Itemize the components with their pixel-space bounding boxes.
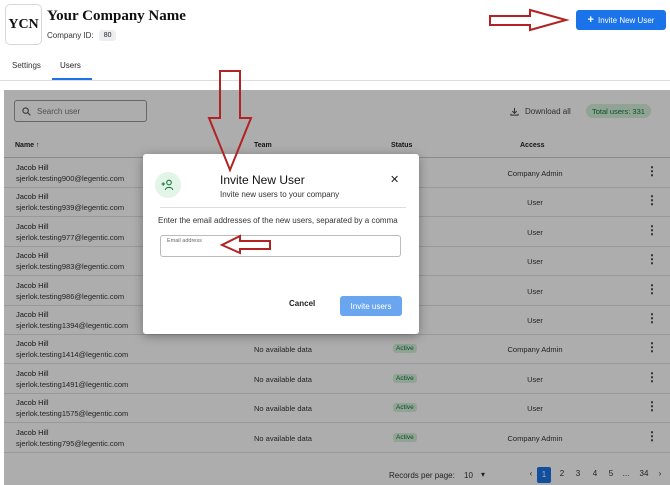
dialog-instruction: Enter the email addresses of the new use…	[158, 216, 398, 225]
invite-users-button[interactable]: Invite users	[340, 296, 402, 316]
email-field[interactable]: Email address	[160, 235, 401, 257]
email-input[interactable]	[166, 245, 394, 256]
dialog-divider	[160, 207, 406, 208]
logo-text: YCN	[8, 16, 39, 32]
invite-user-dialog: Invite New User Invite new users to your…	[143, 154, 419, 334]
active-tab-indicator	[52, 78, 92, 80]
company-logo: YCN	[5, 4, 42, 45]
invite-new-user-label: Invite New User	[597, 15, 655, 25]
company-id: Company ID: 80	[47, 30, 117, 41]
company-id-label: Company ID:	[47, 31, 94, 40]
dialog-title: Invite New User	[220, 173, 305, 187]
close-icon[interactable]: ✕	[390, 175, 399, 186]
tab-settings[interactable]: Settings	[12, 61, 41, 70]
tab-users[interactable]: Users	[60, 61, 81, 70]
cancel-button[interactable]: Cancel	[289, 299, 315, 308]
invite-new-user-button[interactable]: + Invite New User	[576, 10, 666, 30]
person-add-icon	[155, 172, 181, 198]
company-id-value: 80	[98, 30, 117, 41]
arrow-right-icon	[489, 8, 570, 32]
company-name: Your Company Name	[47, 8, 186, 24]
dialog-subtitle: Invite new users to your company	[220, 190, 340, 199]
email-field-label: Email address	[167, 238, 202, 244]
tab-bar: Settings Users	[0, 55, 670, 81]
plus-icon: +	[587, 13, 594, 26]
